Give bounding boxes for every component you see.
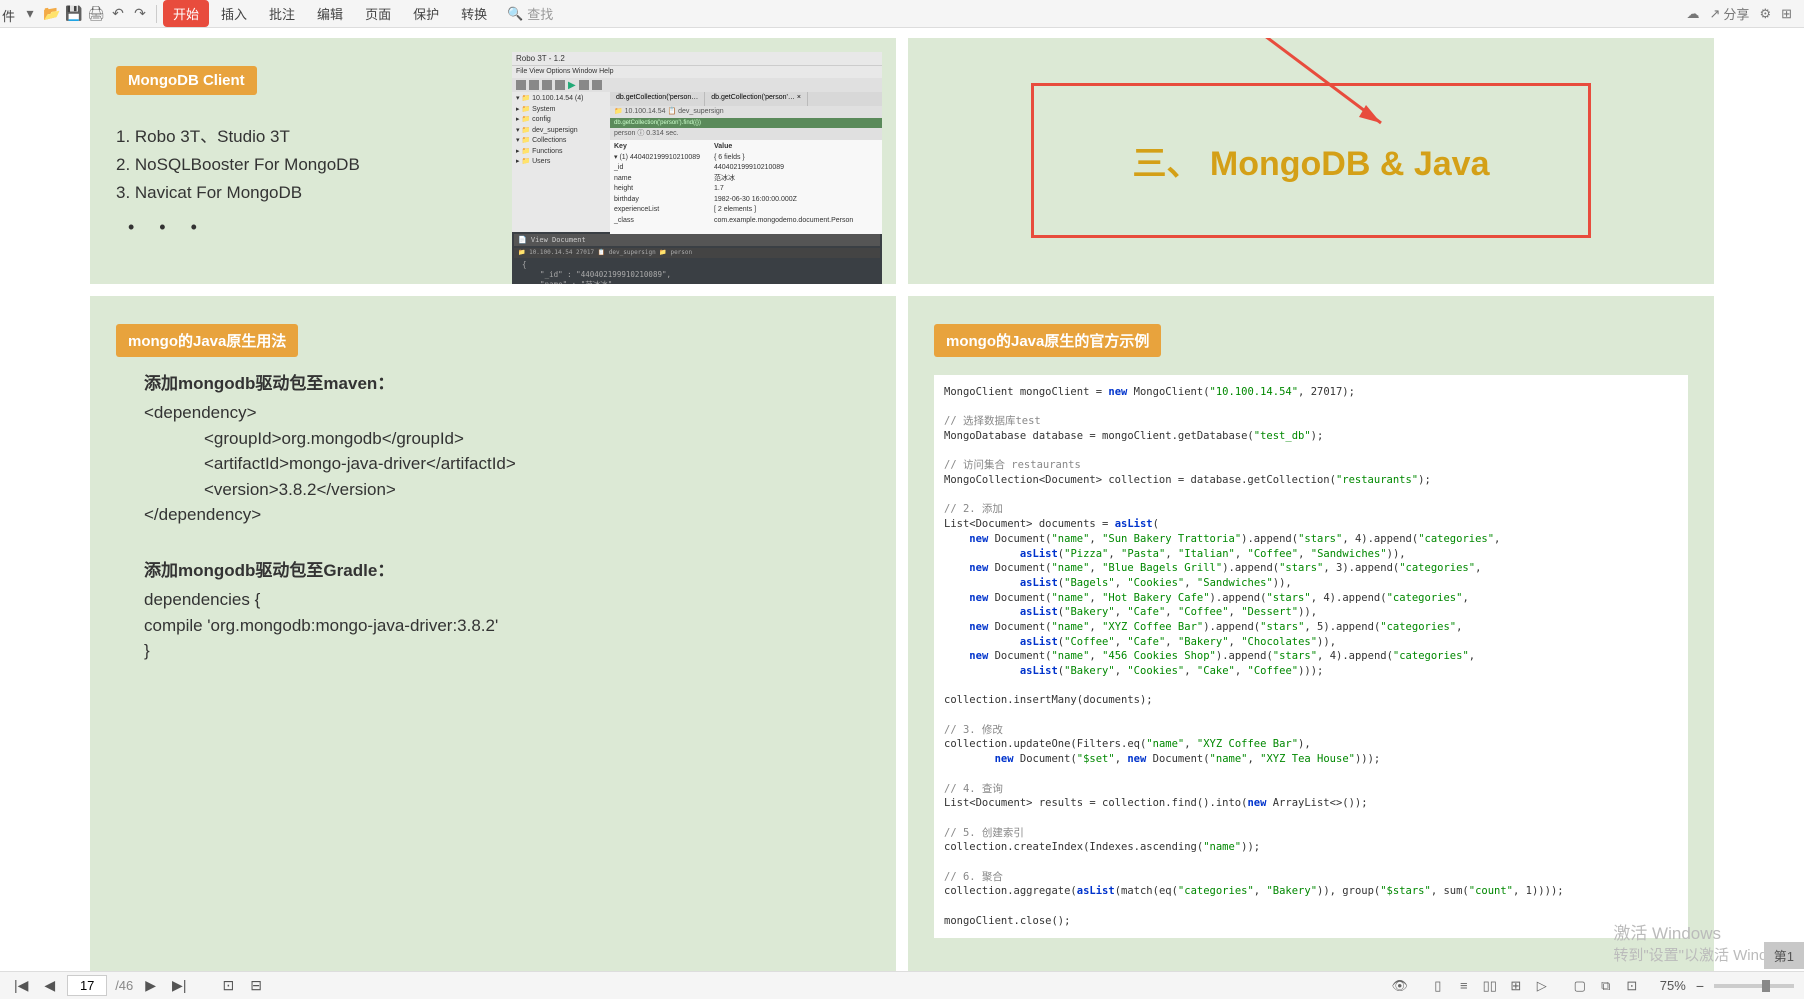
- top-toolbar: 件 ▾ 📂 💾 🖨 ↶ ↷ 开始 插入 批注 编辑 页面 保护 转换 🔍 查找 …: [0, 0, 1804, 28]
- robo-toolbar: ▶: [512, 78, 882, 92]
- print-icon[interactable]: 🖨: [86, 4, 106, 24]
- robo-tree: ▾ 📁 10.100.14.54 (4) ▸ 📁 System ▸ 📁 conf…: [512, 92, 610, 232]
- layout-2-icon[interactable]: ⧉: [1596, 976, 1616, 996]
- tab-insert[interactable]: 插入: [211, 0, 257, 27]
- robo-crumb: 📁 10.100.14.54 📋 dev_supersign: [610, 106, 882, 118]
- tab-start[interactable]: 开始: [163, 0, 209, 27]
- slide-mongodb-client: MongoDB Client 1. Robo 3T、Studio 3T 2. N…: [90, 38, 896, 284]
- play-icon: ▶: [568, 80, 576, 91]
- layout-3-icon[interactable]: ⊡: [1622, 976, 1642, 996]
- slide-java-native-usage: mongo的Java原生用法 添加mongodb驱动包至maven： <depe…: [90, 296, 896, 971]
- tab-page[interactable]: 页面: [355, 0, 401, 27]
- slide2-title: 三、 MongoDB & Java: [1094, 136, 1528, 185]
- zoom-slider[interactable]: [1714, 984, 1794, 988]
- slide1-header: MongoDB Client: [116, 66, 257, 95]
- bottom-statusbar: |◀ ◀ /46 ▶ ▶| ⊡ ⊟ 👁 ▯ ≡ ▯▯ ⊞ ▷ ▢ ⧉ ⊡ 75%…: [0, 971, 1804, 999]
- last-page-button[interactable]: ▶|: [168, 977, 190, 994]
- zoom-level: 75%: [1660, 978, 1686, 993]
- view-single-icon[interactable]: ▯: [1428, 976, 1448, 996]
- robo-tabs: db.getCollection('person… db.getCollecti…: [610, 92, 882, 106]
- cloud-icon[interactable]: ☁: [1687, 6, 1700, 22]
- robo-menu: File View Options Window Help: [512, 66, 882, 78]
- view-continuous-icon[interactable]: ≡: [1454, 976, 1474, 996]
- title-box: 三、 MongoDB & Java: [1031, 83, 1591, 238]
- slide4-header: mongo的Java原生的官方示例: [934, 324, 1161, 357]
- tab-annotate[interactable]: 批注: [259, 0, 305, 27]
- fit-width-icon[interactable]: ⊟: [246, 977, 266, 994]
- tab-protect[interactable]: 保护: [403, 0, 449, 27]
- play-icon[interactable]: ▷: [1532, 976, 1552, 996]
- tab-edit[interactable]: 编辑: [307, 0, 353, 27]
- page-badge: 第1: [1764, 942, 1804, 969]
- zoom-out-button[interactable]: −: [1692, 978, 1708, 994]
- slide-java-official-example: mongo的Java原生的官方示例 MongoClient mongoClien…: [908, 296, 1714, 971]
- save-icon[interactable]: 💾: [64, 4, 84, 24]
- view-facing-icon[interactable]: ▯▯: [1480, 976, 1500, 996]
- first-page-button[interactable]: |◀: [10, 977, 32, 994]
- robo-query: db.getCollection('person').find({}): [610, 118, 882, 128]
- search-icon: 🔍: [507, 6, 523, 22]
- robo3t-screenshot: Robo 3T - 1.2 File View Options Window H…: [512, 52, 882, 284]
- open-icon[interactable]: 📂: [42, 4, 62, 24]
- more-icon[interactable]: ⊞: [1781, 6, 1792, 22]
- eye-icon[interactable]: 👁: [1390, 976, 1410, 996]
- search-label: 查找: [527, 4, 553, 23]
- prev-page-button[interactable]: ◀: [40, 977, 59, 994]
- slide-mongodb-java: 三、 MongoDB & Java: [908, 38, 1714, 284]
- tab-convert[interactable]: 转换: [451, 0, 497, 27]
- redo-icon[interactable]: ↷: [130, 4, 150, 24]
- next-page-button[interactable]: ▶: [141, 977, 160, 994]
- settings-icon[interactable]: ⚙: [1759, 6, 1771, 22]
- page-total: /46: [115, 978, 133, 993]
- toolbar-divider: [156, 5, 157, 23]
- slide4-code: MongoClient mongoClient = new MongoClien…: [934, 375, 1688, 938]
- view-grid-icon[interactable]: ⊞: [1506, 976, 1526, 996]
- robo-gridhdr: person ⓘ 0.314 sec.: [610, 128, 882, 140]
- maven-title: 添加mongodb驱动包至maven：: [144, 371, 870, 397]
- page-number-input[interactable]: [67, 975, 107, 996]
- dropdown-icon[interactable]: ▾: [20, 4, 40, 24]
- share-button[interactable]: ↗ 分享: [1710, 4, 1750, 23]
- slide3-body: 添加mongodb驱动包至maven： <dependency> <groupI…: [144, 371, 870, 664]
- robo-grid: KeyValue ▾ (1) 440402199910210089{ 6 fie…: [610, 140, 882, 234]
- document-canvas[interactable]: MongoDB Client 1. Robo 3T、Studio 3T 2. N…: [0, 28, 1804, 971]
- file-menu-edge[interactable]: 件: [2, 6, 15, 25]
- slide3-header: mongo的Java原生用法: [116, 324, 298, 357]
- layout-1-icon[interactable]: ▢: [1570, 976, 1590, 996]
- gradle-title: 添加mongodb驱动包至Gradle：: [144, 558, 870, 584]
- undo-icon[interactable]: ↶: [108, 4, 128, 24]
- robo-titlebar: Robo 3T - 1.2: [512, 52, 882, 66]
- search-box[interactable]: 🔍 查找: [507, 4, 553, 23]
- fit-screen-icon[interactable]: ⊡: [218, 977, 238, 994]
- robo-code-view: 📄 View Document 📁 10.100.14.54 27017 📋 d…: [512, 232, 882, 284]
